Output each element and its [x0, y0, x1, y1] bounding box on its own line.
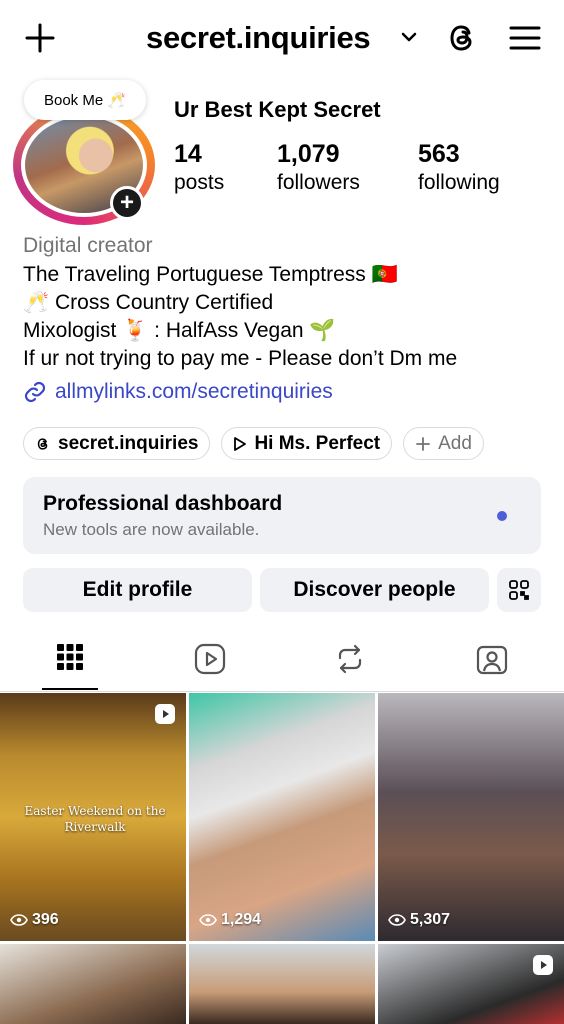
- threads-icon: [35, 436, 51, 452]
- reposts-icon: [335, 643, 365, 675]
- discover-people-button[interactable]: Discover people: [260, 568, 489, 612]
- stat-value: 563: [418, 140, 460, 168]
- profile-tabs: [0, 640, 564, 692]
- display-name: Ur Best Kept Secret: [174, 97, 381, 122]
- stat-posts[interactable]: 14 posts: [174, 140, 224, 195]
- grid-icon: [56, 643, 84, 671]
- post-tile[interactable]: 5,307: [378, 693, 564, 941]
- create-plus-icon[interactable]: [22, 20, 58, 56]
- stat-followers[interactable]: 1,079 followers: [277, 140, 360, 195]
- post-tile[interactable]: [378, 944, 564, 1024]
- chip-label: Add: [438, 432, 472, 454]
- tab-reels[interactable]: [182, 640, 238, 690]
- link-icon: [23, 380, 55, 404]
- stat-label: followers: [277, 171, 360, 194]
- top-bar: secret.inquiries: [0, 0, 564, 78]
- dashboard-subtitle: New tools are now available.: [43, 520, 260, 539]
- stat-value: 1,079: [277, 140, 340, 168]
- plus-icon: [415, 436, 431, 452]
- note-bubble[interactable]: Book Me 🥂: [24, 80, 146, 120]
- qr-code-icon: [508, 579, 530, 601]
- post-tile[interactable]: [0, 944, 186, 1024]
- stat-label: following: [418, 171, 500, 194]
- stat-following[interactable]: 563 following: [418, 140, 500, 195]
- threads-chip[interactable]: secret.inquiries: [23, 427, 211, 460]
- post-tile[interactable]: 1,294: [189, 693, 375, 941]
- reels-icon: [194, 643, 226, 675]
- profile-chips: secret.inquiries Hi Ms. Perfect Add: [23, 427, 484, 460]
- tab-reposts[interactable]: [322, 640, 378, 690]
- tagged-icon: [476, 643, 508, 675]
- eye-icon: [10, 914, 28, 926]
- eye-icon: [388, 914, 406, 926]
- bio-line: If ur not trying to pay me - Please don’…: [23, 347, 458, 370]
- edit-profile-button[interactable]: Edit profile: [23, 568, 252, 612]
- reel-badge-icon: [154, 703, 176, 725]
- eye-icon: [199, 914, 217, 926]
- dashboard-title: Professional dashboard: [43, 492, 283, 515]
- menu-icon[interactable]: [508, 22, 542, 54]
- reel-badge-icon: [532, 954, 554, 976]
- threads-icon[interactable]: [444, 20, 480, 56]
- tab-tagged[interactable]: [464, 640, 520, 690]
- tab-grid[interactable]: [42, 640, 98, 690]
- qr-code-button[interactable]: [497, 568, 541, 612]
- bio-line: The Traveling Portuguese Temptress 🇵🇹: [23, 263, 398, 286]
- professional-dashboard[interactable]: Professional dashboard New tools are now…: [23, 477, 541, 554]
- bio-line: Mixologist 🍹 : HalfAss Vegan 🌱: [23, 319, 336, 342]
- add-chip[interactable]: Add: [403, 427, 484, 460]
- category-label: Digital creator: [23, 234, 153, 257]
- view-count-value: 5,307: [410, 911, 451, 928]
- play-icon: [233, 436, 247, 452]
- link-text: allmylinks.com/secretinquiries: [55, 380, 333, 403]
- view-count-value: 396: [32, 911, 59, 928]
- view-count: 1,294: [199, 911, 261, 929]
- music-chip[interactable]: Hi Ms. Perfect: [221, 427, 393, 460]
- view-count: 5,307: [388, 911, 450, 929]
- bio-line: 🥂 Cross Country Certified: [23, 291, 274, 314]
- post-tile[interactable]: [189, 944, 375, 1024]
- active-tab-indicator: [42, 688, 98, 690]
- post-caption: Easter Weekend on the Riverwalk: [24, 804, 166, 834]
- chip-label: Hi Ms. Perfect: [254, 432, 381, 454]
- add-story-plus-icon[interactable]: +: [110, 186, 144, 220]
- notification-dot: [497, 511, 507, 521]
- chevron-down-icon[interactable]: [400, 30, 418, 44]
- view-count: 396: [10, 911, 59, 929]
- stat-value: 14: [174, 140, 202, 168]
- stat-label: posts: [174, 171, 225, 194]
- username-title[interactable]: secret.inquiries: [146, 20, 371, 56]
- view-count-value: 1,294: [221, 911, 262, 928]
- post-tile[interactable]: Easter Weekend on the Riverwalk 396: [0, 693, 186, 941]
- bio-link[interactable]: allmylinks.com/secretinquiries: [23, 380, 333, 404]
- chip-label: secret.inquiries: [58, 432, 199, 454]
- bio: The Traveling Portuguese Temptress 🇵🇹 🥂 …: [23, 261, 553, 373]
